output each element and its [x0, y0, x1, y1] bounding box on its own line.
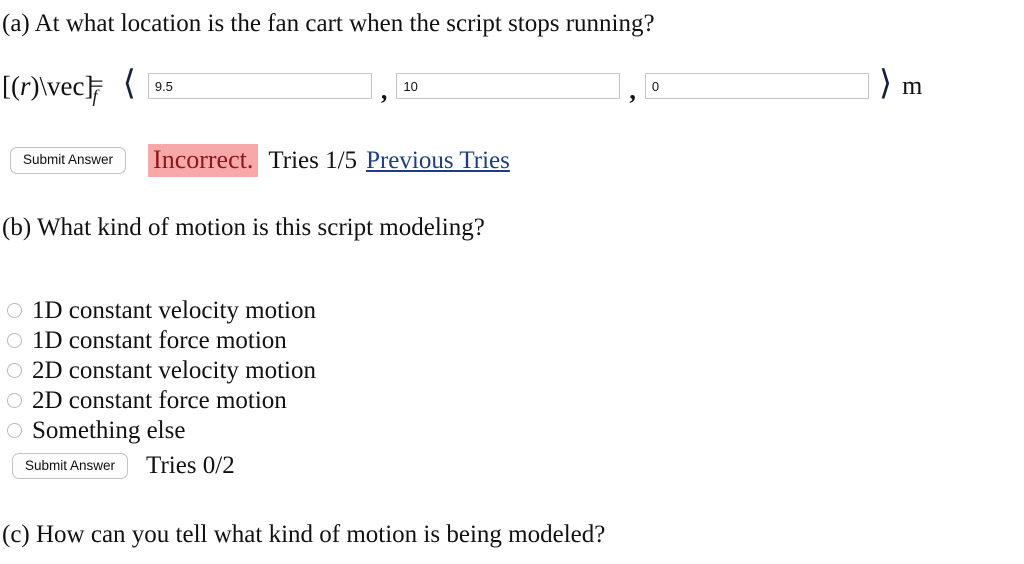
vector-y-input[interactable] — [396, 73, 621, 99]
question-prompt-b: (b) What kind of motion is this script m… — [2, 214, 485, 241]
submit-answer-button-b[interactable]: Submit Answer — [12, 452, 129, 480]
math-open-bracket: [( — [2, 70, 20, 101]
radio-option-label: 1D constant velocity motion — [32, 296, 316, 324]
radio-button-icon[interactable] — [7, 302, 22, 318]
submit-answer-button-a[interactable]: Submit Answer — [10, 147, 127, 174]
incorrect-status-badge: Incorrect. — [148, 144, 259, 177]
question-prompt-c: (c) How can you tell what kind of motion… — [2, 521, 606, 548]
vector-x-input[interactable] — [147, 73, 372, 99]
math-close-vec: )\vec] — [30, 70, 94, 101]
radio-option-label: 1D constant force motion — [32, 326, 287, 354]
radio-option-1d-constant-force[interactable]: 1D constant force motion — [0, 325, 316, 355]
vector-comma-2: , — [629, 76, 636, 105]
vector-label-r-final: [(r)\vec]f= — [2, 70, 113, 106]
radio-option-2d-constant-velocity[interactable]: 2D constant velocity motion — [0, 355, 316, 385]
radio-option-label: Something else — [32, 416, 186, 444]
math-equals-sign: = — [89, 70, 104, 98]
math-variable-r: r — [19, 70, 31, 101]
vector-answer-row-a: [(r)\vec]f= ⟨ , , ⟩ m — [0, 62, 922, 110]
radio-option-1d-constant-velocity[interactable]: 1D constant velocity motion — [0, 295, 316, 325]
radio-option-group-b: 1D constant velocity motion 1D constant … — [0, 295, 316, 445]
previous-tries-link[interactable]: Previous Tries — [366, 147, 510, 175]
homework-question-page: (a) At what location is the fan cart whe… — [0, 0, 1024, 564]
angle-bracket-open-icon: ⟨ — [122, 65, 136, 102]
radio-option-label: 2D constant force motion — [32, 386, 287, 414]
radio-option-2d-constant-force[interactable]: 2D constant force motion — [0, 385, 316, 415]
radio-option-something-else[interactable]: Something else — [0, 415, 316, 445]
vector-comma-1: , — [380, 76, 388, 105]
radio-option-label: 2D constant velocity motion — [32, 356, 316, 384]
radio-button-icon[interactable] — [7, 392, 22, 408]
tries-counter-a: Tries 1/5 — [268, 146, 358, 174]
radio-button-icon[interactable] — [7, 332, 22, 348]
submit-feedback-row-b: Submit Answer Tries 0/2 — [12, 452, 235, 480]
radio-button-icon[interactable] — [7, 362, 22, 378]
vector-z-input[interactable] — [644, 73, 869, 99]
tries-counter-b: Tries 0/2 — [146, 452, 235, 479]
submit-feedback-row-a: Submit Answer Incorrect. Tries 1/5 Previ… — [10, 144, 510, 177]
angle-bracket-close-icon: ⟩ — [878, 65, 893, 102]
radio-button-icon[interactable] — [7, 422, 22, 438]
unit-meters-label: m — [902, 71, 923, 100]
question-prompt-a: (a) At what location is the fan cart whe… — [2, 10, 655, 37]
